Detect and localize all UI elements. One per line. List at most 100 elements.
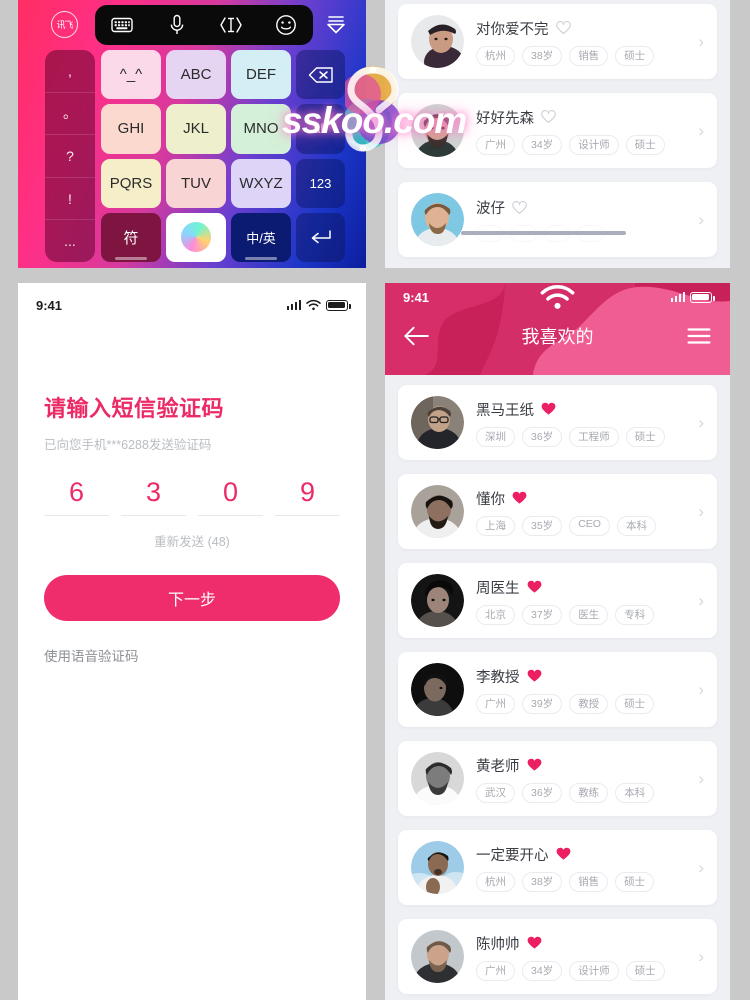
key-lowercase-ab[interactable]: ab (296, 104, 345, 154)
list-item-name: 波仔 (476, 201, 505, 217)
tag-list: 武汉 36岁 教练 本科 (476, 782, 692, 803)
list-item[interactable]: 对你爱不完 杭州 38岁 销售 硕士 › (398, 4, 717, 79)
resend-countdown[interactable]: 重新发送 (48) (44, 531, 340, 550)
tag-education: 硕士 (615, 45, 655, 66)
keyboard-punctuation-column: , 。 ? ! ... (45, 50, 95, 262)
list-item[interactable]: 黄老师 武汉 36岁 教练 本科 › (398, 741, 717, 816)
heart-outline-icon[interactable] (512, 200, 527, 215)
list-item-info: 陈帅帅 广州 34岁 设计师 硕士 (476, 933, 692, 981)
list-item[interactable]: 周医生 北京 37岁 医生 专科 › (398, 563, 717, 638)
sms-body: 请输入短信验证码 已向您手机***6288发送验证码 6 3 0 9 重新发送 … (18, 391, 366, 665)
tag-education: 本科 (615, 782, 655, 803)
key-pqrs[interactable]: PQRS (101, 158, 161, 208)
next-step-button[interactable]: 下一步 (44, 575, 340, 621)
tag-education: 硕士 (625, 134, 665, 155)
tag-city: 上海 (476, 515, 515, 536)
page-title: 我喜欢的 (521, 327, 594, 347)
list-item[interactable]: 一定要开心 杭州 38岁 销售 硕士 › (398, 830, 717, 905)
heart-outline-icon[interactable] (541, 109, 556, 124)
code-digit-3[interactable]: 0 (198, 477, 263, 516)
tag-list: 广州 39岁 教授 硕士 (476, 693, 692, 714)
list-item-name-row: 黑马王纸 (476, 399, 692, 420)
list-item-name-row: 对你爱不完 (476, 18, 692, 39)
key-symbols[interactable]: 符 (101, 212, 161, 262)
key-more-punctuation[interactable]: ... (45, 220, 95, 262)
tag-job: 教授 (569, 693, 609, 714)
code-digit-1[interactable]: 6 (44, 477, 109, 516)
code-digit-4[interactable]: 9 (275, 477, 340, 516)
signal-icon (286, 300, 301, 310)
list-item-info: 黄老师 武汉 36岁 教练 本科 (476, 755, 692, 803)
key-emoticon[interactable]: ^_^ (101, 50, 161, 100)
emoji-icon[interactable] (273, 12, 299, 38)
tag-age: 39岁 (522, 693, 563, 714)
avatar (411, 15, 464, 68)
microphone-icon[interactable] (164, 12, 190, 38)
key-def[interactable]: DEF (231, 50, 291, 100)
list-item[interactable]: 懂你 上海 35岁 CEO 本科 › (398, 474, 717, 549)
battery-icon (690, 291, 715, 303)
key-question[interactable]: ? (45, 135, 95, 178)
key-numeric-123[interactable]: 123 (296, 158, 345, 208)
heart-filled-icon[interactable] (527, 669, 542, 683)
key-period[interactable]: 。 (45, 93, 95, 136)
iflytek-logo-label: 讯飞 (56, 20, 73, 30)
collapse-keyboard-icon[interactable] (320, 8, 352, 40)
chevron-right-icon: › (698, 679, 704, 699)
voice-verification-link[interactable]: 使用语音验证码 (44, 645, 340, 665)
avatar (411, 485, 464, 538)
list-item[interactable]: 李教授 广州 39岁 教授 硕士 › (398, 652, 717, 727)
list-item[interactable]: 黑马王纸 深圳 36岁 工程师 硕士 › (398, 385, 717, 460)
enter-icon[interactable] (296, 212, 345, 262)
tag-job: 销售 (569, 45, 609, 66)
key-siri-voice[interactable] (166, 212, 226, 262)
cursor-move-icon[interactable] (218, 12, 244, 38)
list-item-name-row: 黄老师 (476, 755, 692, 776)
verification-code-input[interactable]: 6 3 0 9 (44, 477, 340, 516)
tag-city: 武汉 (476, 782, 515, 803)
list-item-name: 对你爱不完 (476, 21, 549, 38)
key-mno[interactable]: MNO (231, 104, 291, 154)
status-indicators (540, 285, 715, 309)
chevron-right-icon: › (698, 946, 704, 966)
favorites-list: 黑马王纸 深圳 36岁 工程师 硕士 › 懂你 上海 35岁 CEO 本科 › … (385, 375, 730, 1000)
heart-filled-icon[interactable] (512, 491, 527, 505)
chevron-right-icon: › (698, 501, 704, 521)
key-wxyz[interactable]: WXYZ (231, 158, 291, 208)
code-digit-2[interactable]: 3 (121, 477, 186, 516)
key-jkl[interactable]: JKL (166, 104, 226, 154)
tag-education: 本科 (616, 515, 656, 536)
key-ghi[interactable]: GHI (101, 104, 161, 154)
heart-filled-icon[interactable] (527, 758, 542, 772)
status-indicators (286, 299, 351, 311)
key-tuv[interactable]: TUV (166, 158, 226, 208)
keyboard-icon[interactable] (109, 12, 135, 38)
tag-age: 36岁 (522, 782, 563, 803)
horizontal-scrollbar[interactable] (461, 231, 626, 235)
key-comma[interactable]: , (45, 50, 95, 93)
tag-age: 34岁 (522, 134, 563, 155)
tag-list: 杭州 38岁 销售 硕士 (476, 45, 692, 66)
heart-filled-icon[interactable] (541, 402, 556, 416)
list-item-name-row: 波仔 (476, 197, 692, 218)
key-language-toggle[interactable]: 中/英 (231, 212, 291, 262)
backspace-icon[interactable] (296, 50, 345, 100)
list-item-info: 好好先森 广州 34岁 设计师 硕士 (476, 107, 692, 155)
chevron-right-icon: › (698, 31, 704, 51)
iflytek-logo-icon[interactable]: 讯飞 (51, 11, 78, 38)
hamburger-menu-icon[interactable] (686, 323, 712, 349)
key-abc[interactable]: ABC (166, 50, 226, 100)
keyboard-panel: 讯飞 , 。 ? ! ... ^_^ ABC DEF GHI JKL MNO P… (18, 0, 366, 268)
heart-filled-icon[interactable] (527, 936, 542, 950)
list-item[interactable]: 陈帅帅 广州 34岁 设计师 硕士 › (398, 919, 717, 994)
wifi-icon (306, 299, 321, 311)
heart-outline-icon[interactable] (555, 20, 571, 35)
keyboard-function-column: ab 123 (296, 50, 345, 262)
list-item[interactable]: 好好先森 广州 34岁 设计师 硕士 › (398, 93, 717, 168)
tag-education: 硕士 (615, 871, 655, 892)
key-exclamation[interactable]: ! (45, 178, 95, 221)
back-arrow-icon[interactable] (403, 323, 429, 349)
heart-filled-icon[interactable] (556, 847, 571, 861)
heart-filled-icon[interactable] (527, 580, 542, 594)
list-item[interactable]: 波仔 › (398, 182, 717, 257)
